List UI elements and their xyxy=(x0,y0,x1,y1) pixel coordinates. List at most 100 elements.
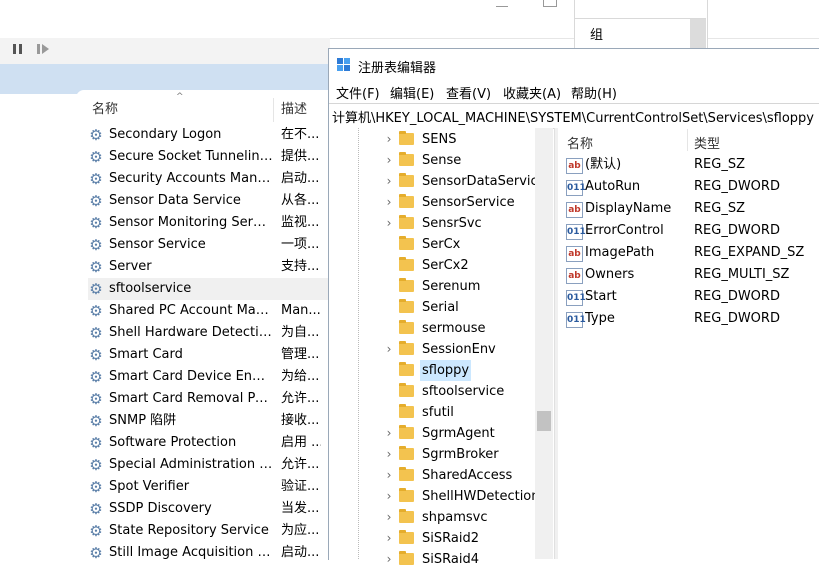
service-gear-icon: ⚙ xyxy=(89,456,103,474)
registry-key-serial[interactable]: Serial xyxy=(382,297,534,318)
expand-chevron-icon[interactable]: › xyxy=(382,528,396,549)
registry-value-row[interactable]: ab (默认) REG_SZ xyxy=(566,154,816,176)
expand-chevron-icon[interactable]: › xyxy=(382,444,396,465)
group-divider xyxy=(574,18,706,19)
registry-key-sisraid4[interactable]: › SiSRaid4 xyxy=(382,549,534,570)
restart-icon[interactable] xyxy=(37,44,40,54)
menu-edit[interactable]: 编辑(E) xyxy=(390,83,434,102)
group-scrollbar[interactable] xyxy=(690,19,706,50)
expand-chevron-icon[interactable]: › xyxy=(382,213,396,234)
service-row[interactable]: ⚙ SNMP 陷阱 接收... xyxy=(88,410,328,432)
registry-value-row[interactable]: ab DisplayName REG_SZ xyxy=(566,198,816,220)
service-row[interactable]: ⚙ Shell Hardware Detection 为自... xyxy=(88,322,328,344)
folder-icon xyxy=(399,488,414,502)
registry-value-row[interactable]: 011 ErrorControl REG_DWORD xyxy=(566,220,816,242)
service-name: Special Administration C... xyxy=(109,457,273,472)
menu-view[interactable]: 查看(V) xyxy=(446,83,491,102)
registry-key-sessionenv[interactable]: › SessionEnv xyxy=(382,339,534,360)
menu-favorites[interactable]: 收藏夹(A) xyxy=(503,83,561,102)
tree-scrollbar-thumb[interactable] xyxy=(537,411,551,431)
service-row[interactable]: ⚙ Shared PC Account Mana... Man... xyxy=(88,300,328,322)
registry-key-label: SerCx xyxy=(422,237,461,252)
folder-icon xyxy=(399,383,414,397)
menu-help[interactable]: 帮助(H) xyxy=(571,83,617,102)
registry-key-sensordataservice[interactable]: › SensorDataService xyxy=(382,171,546,192)
registry-value-name: ImagePath xyxy=(585,245,655,260)
service-row[interactable]: ⚙ Sensor Service 一项... xyxy=(88,234,328,256)
registry-value-type: REG_DWORD xyxy=(694,223,780,238)
values-column-divider[interactable] xyxy=(687,129,688,151)
service-row[interactable]: ⚙ Security Accounts Manag... 启动... xyxy=(88,168,328,190)
folder-icon xyxy=(399,173,414,187)
registry-key-sercx2[interactable]: SerCx2 xyxy=(382,255,534,276)
expand-chevron-icon[interactable]: › xyxy=(382,423,396,444)
folder-icon xyxy=(399,215,414,229)
registry-key-sisraid2[interactable]: › SiSRaid2 xyxy=(382,528,534,549)
expand-chevron-icon[interactable]: › xyxy=(382,339,396,360)
registry-value-row[interactable]: ab Owners REG_MULTI_SZ xyxy=(566,264,816,286)
expand-chevron-icon[interactable]: › xyxy=(382,465,396,486)
service-row[interactable]: ⚙ Sensor Data Service 从各... xyxy=(88,190,328,212)
registry-key-sgrmagent[interactable]: › SgrmAgent xyxy=(382,423,534,444)
service-row[interactable]: ⚙ SSDP Discovery 当发... xyxy=(88,498,328,520)
service-row[interactable]: ⚙ Software Protection 启用 ... xyxy=(88,432,328,454)
values-header-name[interactable]: 名称 xyxy=(567,133,593,152)
registry-key-sense[interactable]: › Sense xyxy=(382,150,534,171)
registry-key-sens[interactable]: › SENS xyxy=(382,129,534,150)
service-row[interactable]: ⚙ Sensor Monitoring Service 监视... xyxy=(88,212,328,234)
expand-chevron-icon[interactable]: › xyxy=(382,192,396,213)
service-row[interactable]: ⚙ State Repository Service 为应... xyxy=(88,520,328,542)
restore-icon[interactable] xyxy=(543,0,557,7)
registry-key-sgrmbroker[interactable]: › SgrmBroker xyxy=(382,444,534,465)
values-header-type[interactable]: 类型 xyxy=(694,133,720,152)
pause-icon[interactable] xyxy=(13,44,22,54)
service-name: Smart Card Device Enum... xyxy=(109,369,273,384)
expand-chevron-icon[interactable]: › xyxy=(382,129,396,150)
registry-value-row[interactable]: 011 Start REG_DWORD xyxy=(566,286,816,308)
service-name: SSDP Discovery xyxy=(109,501,212,516)
registry-key-shpamsvc[interactable]: › shpamsvc xyxy=(382,507,534,528)
resume-icon[interactable] xyxy=(42,44,49,54)
service-gear-icon: ⚙ xyxy=(89,346,103,364)
registry-key-sfutil[interactable]: sfutil xyxy=(382,402,534,423)
expand-chevron-icon[interactable]: › xyxy=(382,486,396,507)
registry-key-sermouse[interactable]: sermouse xyxy=(382,318,534,339)
address-bar[interactable]: 计算机\HKEY_LOCAL_MACHINE\SYSTEM\CurrentCon… xyxy=(329,103,819,129)
service-row[interactable]: ⚙ Smart Card Removal Poli... 允许... xyxy=(88,388,328,410)
registry-key-sensorservice[interactable]: › SensorService xyxy=(382,192,534,213)
registry-value-row[interactable]: 011 Type REG_DWORD xyxy=(566,308,816,330)
registry-key-serenum[interactable]: Serenum xyxy=(382,276,534,297)
registry-key-sensrsvc[interactable]: › SensrSvc xyxy=(382,213,534,234)
expand-chevron-icon[interactable]: › xyxy=(382,549,396,570)
expand-chevron-icon[interactable]: › xyxy=(382,507,396,528)
menu-file[interactable]: 文件(F) xyxy=(336,83,380,102)
service-row[interactable]: ⚙ Still Image Acquisition Ev... 启动... xyxy=(88,542,328,564)
registry-value-row[interactable]: 011 AutoRun REG_DWORD xyxy=(566,176,816,198)
folder-icon xyxy=(399,131,414,145)
registry-key-sfloppy[interactable]: sfloppy xyxy=(382,360,534,381)
expand-chevron-icon[interactable]: › xyxy=(382,150,396,171)
column-divider[interactable] xyxy=(273,98,274,122)
service-row[interactable]: ⚙ Smart Card Device Enum... 为给... xyxy=(88,366,328,388)
service-row[interactable]: ⚙ Spot Verifier 验证... xyxy=(88,476,328,498)
registry-value-row[interactable]: ab ImagePath REG_EXPAND_SZ xyxy=(566,242,816,264)
service-row[interactable]: ⚙ sftoolservice xyxy=(88,278,328,300)
registry-key-sharedaccess[interactable]: › SharedAccess xyxy=(382,465,534,486)
service-gear-icon: ⚙ xyxy=(89,434,103,452)
expand-chevron-icon[interactable]: › xyxy=(382,171,396,192)
column-header-name[interactable]: 名称 xyxy=(92,98,118,122)
minimize-icon[interactable] xyxy=(496,0,508,7)
tree-scrollbar[interactable] xyxy=(535,128,553,559)
column-header-description[interactable]: 描述 xyxy=(281,98,307,122)
service-row[interactable]: ⚙ Smart Card 管理... xyxy=(88,344,328,366)
registry-key-sercx[interactable]: SerCx xyxy=(382,234,534,255)
registry-key-shellhwdetection[interactable]: › ShellHWDetection xyxy=(382,486,540,507)
service-row[interactable]: ⚙ Server 支持... xyxy=(88,256,328,278)
registry-key-sftoolservice[interactable]: sftoolservice xyxy=(382,381,534,402)
service-row[interactable]: ⚙ Special Administration C... 允许... xyxy=(88,454,328,476)
address-text[interactable]: 计算机\HKEY_LOCAL_MACHINE\SYSTEM\CurrentCon… xyxy=(332,107,814,126)
service-name: Sensor Monitoring Service xyxy=(109,215,273,230)
service-row[interactable]: ⚙ Secure Socket Tunneling ... 提供... xyxy=(88,146,328,168)
service-description: 从各... xyxy=(281,193,320,208)
service-row[interactable]: ⚙ Secondary Logon 在不... xyxy=(88,124,328,146)
